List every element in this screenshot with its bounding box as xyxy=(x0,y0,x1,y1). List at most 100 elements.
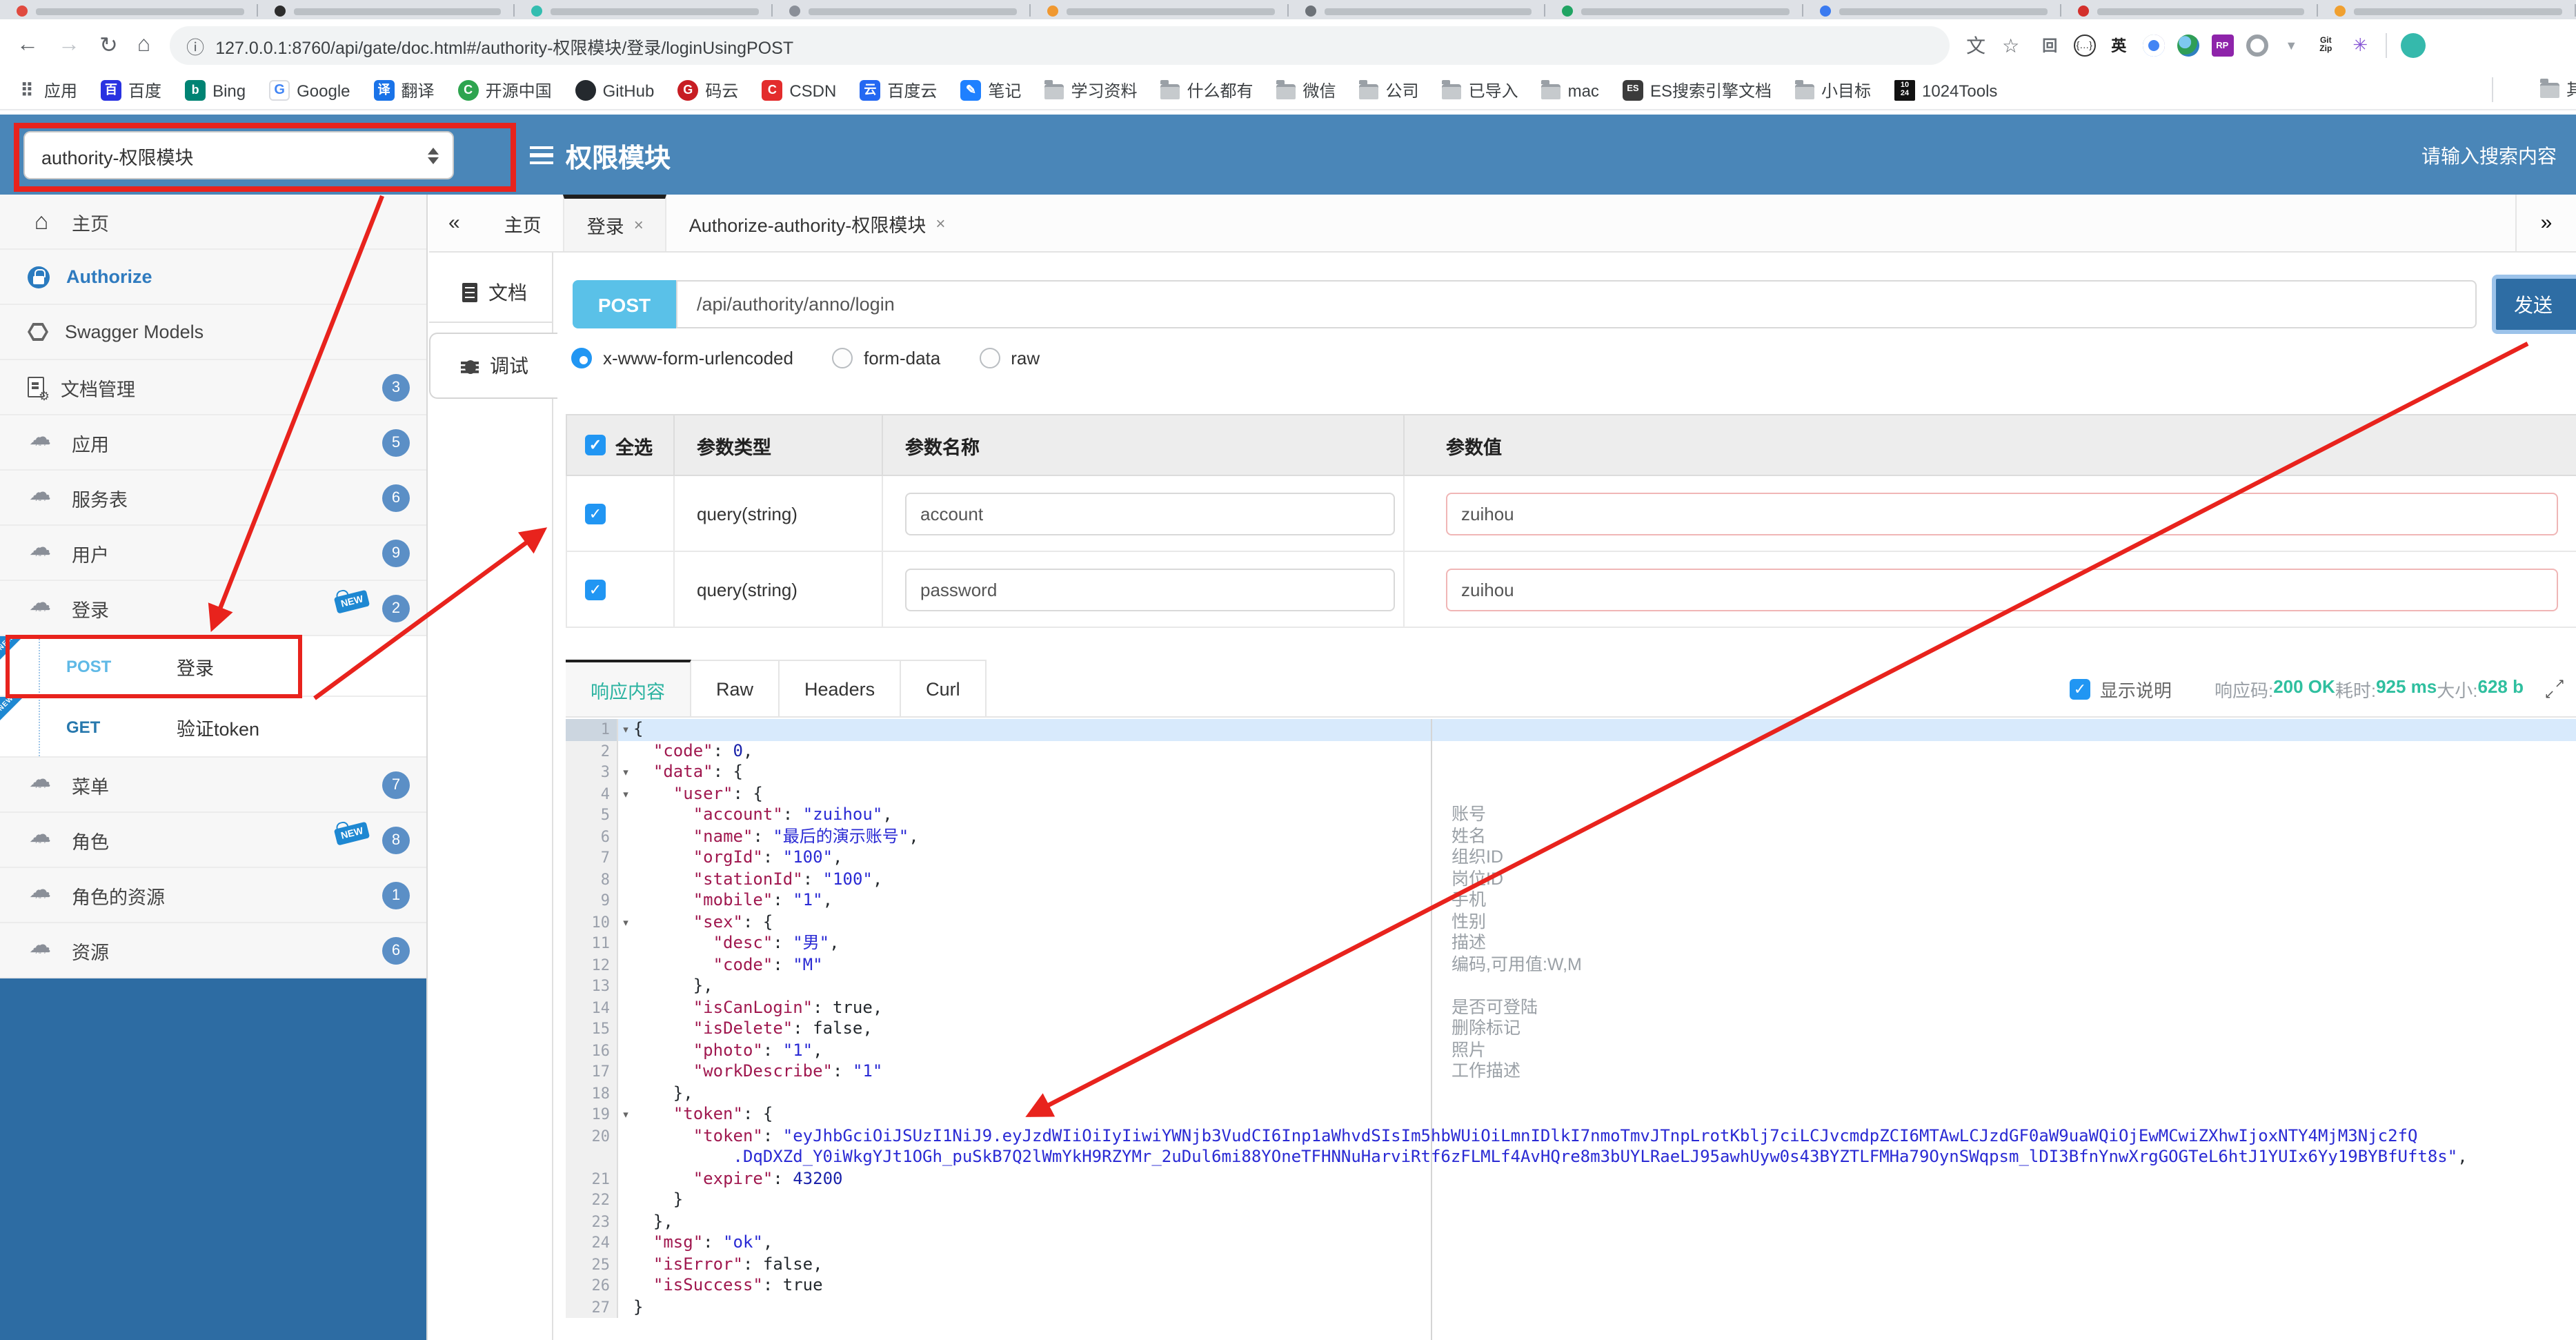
home-icon[interactable]: ⌂ xyxy=(137,33,150,58)
extension-icon[interactable]: Git Zip xyxy=(2315,35,2337,57)
tab-favicon xyxy=(789,6,801,17)
back-icon[interactable]: ← xyxy=(17,33,39,58)
extension-icon[interactable] xyxy=(2177,35,2199,57)
bookmark-item[interactable]: 什么都有 xyxy=(1160,79,1254,102)
param-name-input[interactable] xyxy=(905,492,1395,535)
sidebar-item[interactable]: 角色 NEW 8 xyxy=(0,813,426,868)
sidebar-item[interactable]: 主页 xyxy=(0,195,426,250)
param-name-input[interactable] xyxy=(905,568,1395,611)
request-url-input[interactable] xyxy=(676,280,2477,328)
expand-tabs-icon[interactable]: » xyxy=(2515,195,2576,251)
code-line: 8 "stationId": "100", xyxy=(566,869,2576,890)
sidebar-item[interactable]: NEW POST 登录 xyxy=(0,633,426,697)
sidebar-item[interactable]: 应用 5 xyxy=(0,415,426,471)
close-tab-icon[interactable]: × xyxy=(634,215,644,235)
reload-icon[interactable]: ↻ xyxy=(99,32,118,59)
param-value-input[interactable] xyxy=(1446,568,2558,611)
browser-tab[interactable] xyxy=(1288,0,1545,19)
extension-icon[interactable]: ✳ xyxy=(2349,35,2371,57)
service-select[interactable]: authority-权限模块 xyxy=(23,131,454,179)
browser-tab[interactable] xyxy=(0,0,257,19)
url-text[interactable]: 127.0.0.1:8760/api/gate/doc.html#/author… xyxy=(215,32,793,59)
bookmark-item[interactable]: 译 翻译 xyxy=(373,79,435,102)
fullscreen-icon[interactable]: ↗ ↙ xyxy=(2544,676,2565,700)
bookmark-item[interactable]: 云 百度云 xyxy=(860,79,937,102)
bookmark-item[interactable]: 百 百度 xyxy=(101,79,161,102)
bookmark-item[interactable]: C CSDN xyxy=(762,80,836,101)
response-tab[interactable]: Headers xyxy=(780,660,902,716)
extension-icon[interactable] xyxy=(2142,35,2165,57)
collapse-tabs-icon[interactable]: « xyxy=(448,211,460,235)
forward-icon[interactable]: → xyxy=(58,33,80,58)
bookmark-icon: 百 xyxy=(101,80,122,101)
select-all-checkbox[interactable]: ✓ xyxy=(585,435,606,455)
browser-tab[interactable] xyxy=(257,0,515,19)
sidebar-item[interactable]: 服务表 6 xyxy=(0,471,426,526)
bookmark-item[interactable]: 已导入 xyxy=(1442,79,1518,102)
extension-icon[interactable]: 英 xyxy=(2108,35,2130,57)
search-input[interactable]: 请输入搜索内容 xyxy=(2421,142,2557,170)
row-checkbox[interactable]: ✓ xyxy=(585,579,606,600)
body-type-radio[interactable]: x-www-form-urlencoded xyxy=(571,348,793,368)
bookmark-item[interactable]: C 开源中国 xyxy=(457,79,552,102)
bookmark-item[interactable]: 公司 xyxy=(1359,79,1419,102)
close-tab-icon[interactable]: × xyxy=(935,213,945,233)
translate-icon[interactable]: 文 xyxy=(1966,32,1985,59)
browser-tab[interactable] xyxy=(2319,0,2576,19)
browser-tab[interactable] xyxy=(773,0,1031,19)
hamburger-icon[interactable] xyxy=(530,146,553,164)
response-body-editor[interactable]: 1 ▾{2 "code": 0, 3 ▾ "data": {4 ▾ "user": {5… xyxy=(566,719,2576,1340)
browser-tab[interactable] xyxy=(515,0,773,19)
bookmark-item[interactable]: mac xyxy=(1541,80,1599,100)
sidebar-item[interactable]: 角色的资源 1 xyxy=(0,868,426,923)
content-tab[interactable]: Authorize-authority-权限模块 × xyxy=(667,195,968,251)
extension-icon[interactable]: 回 xyxy=(2039,35,2061,57)
extension-icon[interactable] xyxy=(2246,35,2268,57)
extension-icon[interactable]: RP xyxy=(2211,35,2234,57)
sidebar-item[interactable]: Authorize xyxy=(0,250,426,305)
sidebar-item[interactable]: 资源 6 xyxy=(0,923,426,978)
tab-debug[interactable]: 调试 xyxy=(429,333,557,399)
info-icon[interactable]: ⓘ xyxy=(186,32,204,59)
show-description-checkbox[interactable]: ✓ xyxy=(2069,678,2090,699)
bookmark-item[interactable]: GitHub xyxy=(575,80,654,101)
bookmark-item[interactable]: 10 24 1024Tools xyxy=(1894,80,1997,101)
body-type-radio[interactable]: form-data xyxy=(831,348,940,368)
bookmark-item[interactable]: 学习资料 xyxy=(1044,79,1137,102)
tab-document[interactable]: 文档 xyxy=(429,262,552,323)
bookmark-item[interactable]: ✎ 笔记 xyxy=(960,79,1021,102)
profile-avatar[interactable] xyxy=(2400,33,2426,58)
body-type-radio[interactable]: raw xyxy=(979,348,1040,368)
response-tab[interactable]: 响应内容 xyxy=(566,660,691,716)
address-bar[interactable]: ⓘ 127.0.0.1:8760/api/gate/doc.html#/auth… xyxy=(170,26,1950,65)
bookmark-star-icon[interactable]: ☆ xyxy=(2002,34,2019,57)
browser-tab[interactable] xyxy=(1545,0,1803,19)
bookmark-item[interactable]: 微信 xyxy=(1276,79,1336,102)
sidebar-item[interactable]: 菜单 7 xyxy=(0,758,426,813)
tab-title-cutoff xyxy=(2097,8,2305,15)
response-tab[interactable]: Raw xyxy=(691,660,780,716)
extension-icon[interactable]: ▼ xyxy=(2280,35,2302,57)
sidebar-item[interactable]: Swagger Models xyxy=(0,305,426,360)
row-checkbox[interactable]: ✓ xyxy=(585,503,606,524)
send-button[interactable]: 发送 xyxy=(2492,275,2576,334)
sidebar-item[interactable]: NEW GET 验证token xyxy=(0,694,426,758)
sidebar-item[interactable]: 文档管理 3 xyxy=(0,360,426,415)
browser-tab[interactable] xyxy=(1031,0,1288,19)
sidebar-item[interactable]: 用户 9 xyxy=(0,526,426,581)
bookmark-item[interactable]: b Bing xyxy=(185,80,246,101)
content-tab[interactable]: 登录 × xyxy=(563,195,667,251)
browser-tab[interactable] xyxy=(2061,0,2319,19)
bookmark-item[interactable]: ⠿ 应用 xyxy=(17,79,77,102)
browser-tab[interactable] xyxy=(1803,0,2061,19)
response-tab[interactable]: Curl xyxy=(901,660,987,716)
bookmark-item[interactable]: 小目标 xyxy=(1794,79,1871,102)
bookmark-item[interactable]: G 码云 xyxy=(677,79,738,102)
extension-icon[interactable]: {…} xyxy=(2073,35,2096,57)
content-tab[interactable]: 主页 xyxy=(482,195,564,251)
bookmark-item[interactable]: G Google xyxy=(269,80,350,101)
bookmark-overflow-folder[interactable]: 其 xyxy=(2539,77,2576,101)
sidebar-item[interactable]: 登录 NEW 2 xyxy=(0,581,426,636)
bookmark-item[interactable]: ES ES搜索引擎文档 xyxy=(1622,79,1772,102)
param-value-input[interactable] xyxy=(1446,492,2558,535)
